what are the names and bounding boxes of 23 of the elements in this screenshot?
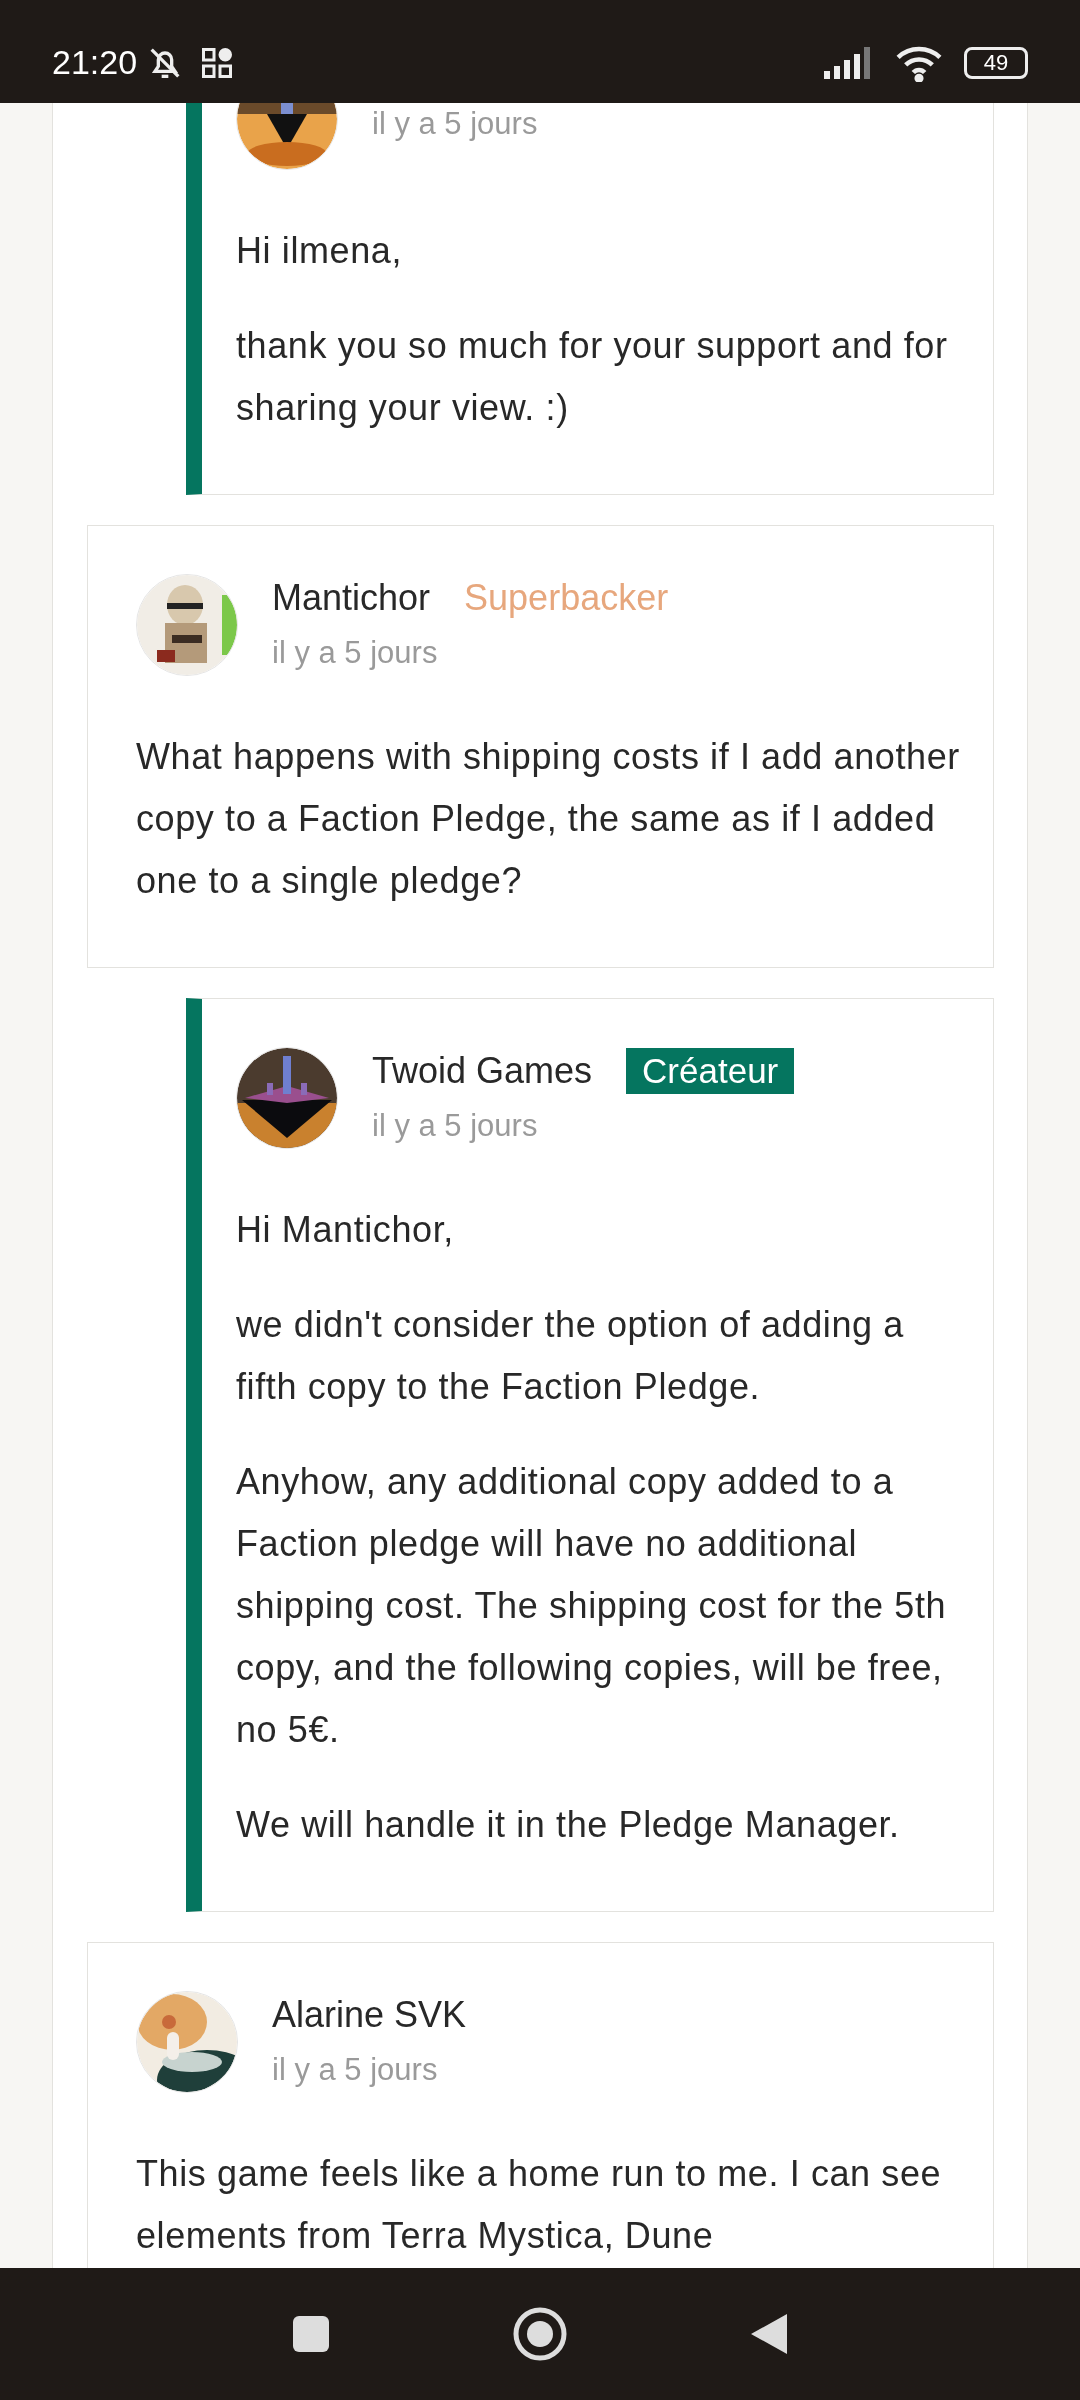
signal-icon <box>824 46 872 79</box>
status-time: 21:20 <box>52 42 138 83</box>
comment-text: This game feels like a home run to me. I can see elements from Terra Mystica, Dune <box>136 2152 943 2258</box>
back-icon[interactable] <box>749 2312 790 2356</box>
author-name[interactable]: Twoid Games <box>372 1048 593 1094</box>
author-name[interactable]: Mantichor <box>272 575 431 621</box>
comment-date: il y a 5 jours <box>372 1107 539 1145</box>
battery-icon: 49 <box>964 46 1028 79</box>
comment-text: Hi Mantichor, <box>236 1208 455 1252</box>
creator-badge: Créateur <box>626 1048 795 1094</box>
home-icon[interactable] <box>512 2306 568 2362</box>
comment-text: Anyhow, any additional copy added to a Faction pledge will have no additional shipping cost. The shipping cost for the 5th copy, and the following copies, will be free, no 5€. <box>236 1460 948 1752</box>
superbacker-label: Superbacker <box>464 576 669 620</box>
author-name[interactable]: Alarine SVK <box>272 1992 467 2038</box>
comment-date: il y a 5 jours <box>272 634 439 672</box>
square-icon[interactable] <box>290 2314 331 2354</box>
comment-text: we didn't consider the option of adding a fifth copy to the Faction Pledge. <box>236 1303 905 1409</box>
comment-text: What happens with shipping costs if I add another copy to a Faction Pledge, the same as if I added one to a single pledge? <box>136 735 961 903</box>
comment-date: il y a 5 jours <box>272 2051 439 2089</box>
comment-text: We will handle it in the Pledge Manager. <box>236 1803 901 1847</box>
comment-text: thank you so much for your support and for sharing your view. :) <box>236 324 949 430</box>
comment-text: Hi ilmena, <box>236 229 404 273</box>
comment-date: il y a 5 jours <box>372 105 538 143</box>
